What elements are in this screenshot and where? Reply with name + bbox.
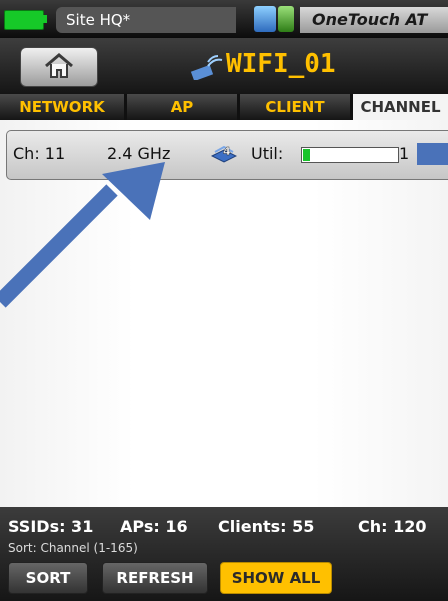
profile-name: Site HQ* xyxy=(66,11,131,29)
battery-icon xyxy=(4,10,48,30)
status-bar: Site HQ* OneTouch AT xyxy=(0,0,448,38)
footer: SSIDs: 31 APs: 16 Clients: 55 Ch: 120 So… xyxy=(0,507,448,601)
sort-button[interactable]: SORT xyxy=(8,562,88,594)
profile-selector[interactable]: Site HQ* xyxy=(56,7,236,33)
ap-count-total: APs: 16 xyxy=(120,517,188,536)
tab-channel[interactable]: CHANNEL xyxy=(353,94,448,120)
tab-bar: NETWORK AP CLIENT CHANNEL xyxy=(0,94,448,120)
refresh-button[interactable]: REFRESH xyxy=(102,562,208,594)
home-icon xyxy=(45,53,73,78)
header: WIFI_01 xyxy=(0,38,448,94)
tab-network[interactable]: NETWORK xyxy=(0,94,124,120)
show-all-button[interactable]: SHOW ALL xyxy=(220,562,332,594)
wifi-test-icon xyxy=(190,55,223,80)
home-button[interactable] xyxy=(20,47,98,87)
tool-icon[interactable] xyxy=(278,6,294,32)
computer-icon[interactable] xyxy=(254,6,276,32)
page-title: WIFI_01 xyxy=(226,49,336,79)
channel-count: Ch: 120 xyxy=(358,517,427,536)
sort-label: Sort: Channel (1-165) xyxy=(8,541,138,555)
app-title-text: OneTouch AT xyxy=(312,10,428,29)
app-title: OneTouch AT xyxy=(300,7,448,33)
tab-client[interactable]: CLIENT xyxy=(240,94,350,120)
tab-ap[interactable]: AP xyxy=(127,94,237,120)
ssid-count: SSIDs: 31 xyxy=(8,517,94,536)
annotation-arrow xyxy=(0,162,165,308)
client-count: Clients: 55 xyxy=(218,517,315,536)
